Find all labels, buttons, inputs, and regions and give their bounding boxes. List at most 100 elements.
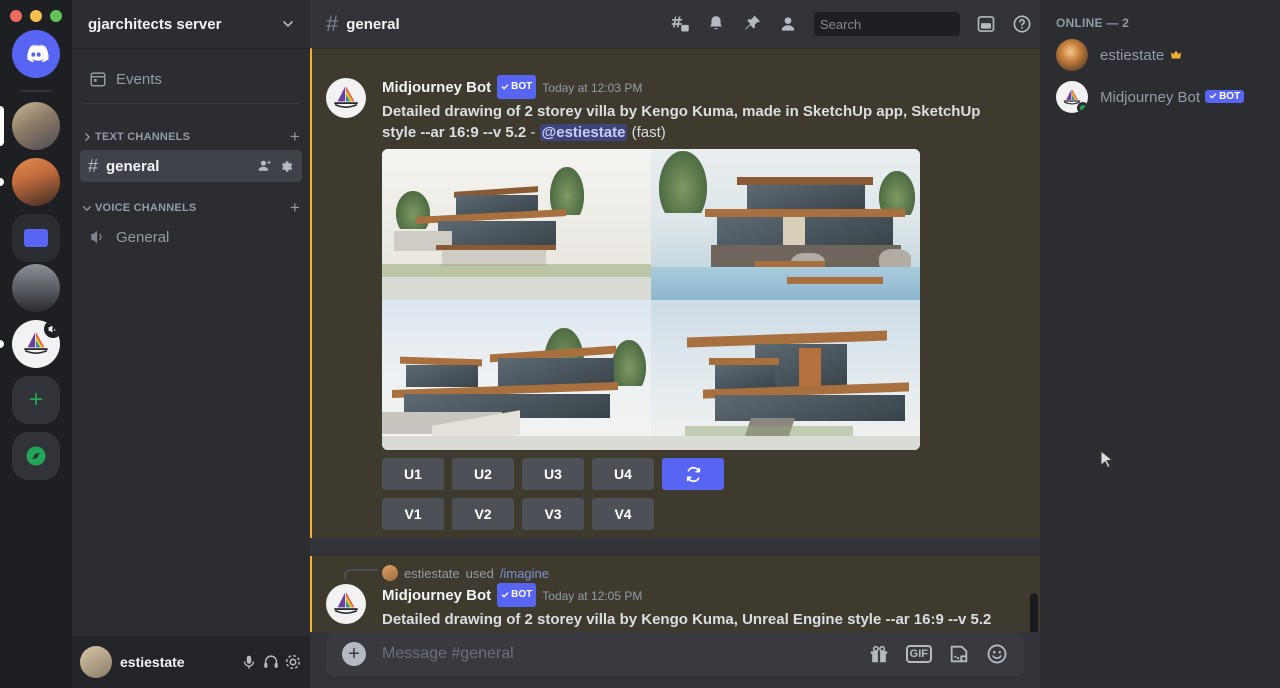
upscale-u2-button[interactable]: U2 (452, 458, 514, 490)
speaker-icon (48, 324, 58, 334)
image-quadrant-2 (651, 149, 920, 300)
sidebar-item-voice-general[interactable]: General (80, 221, 302, 253)
generated-image-grid[interactable] (382, 149, 920, 450)
server-folder-wrap (0, 214, 72, 262)
reroll-button[interactable] (662, 458, 724, 490)
category-text-channels[interactable]: TEXT CHANNELS + (72, 112, 310, 149)
channel-header: # general (310, 0, 1040, 48)
upscale-u3-button[interactable]: U3 (522, 458, 584, 490)
avatar[interactable] (326, 584, 366, 624)
check-icon (1209, 92, 1217, 100)
image-quadrant-4 (651, 300, 920, 451)
image-quadrant-3 (382, 300, 651, 451)
member-name-text: Midjourney Bot (1100, 89, 1200, 106)
member-midjourney-bot[interactable]: Midjourney Bot BOT (1048, 76, 1272, 118)
close-button[interactable] (10, 10, 22, 22)
server-avatar-1[interactable] (12, 102, 60, 150)
avatar (1056, 39, 1088, 71)
scrollbar-thumb[interactable] (1030, 593, 1038, 632)
sidebar-item-events[interactable]: Events (80, 63, 302, 95)
add-text-channel-button[interactable]: + (290, 128, 300, 145)
hash-icon: # (326, 11, 338, 37)
user-bar-icons (240, 653, 302, 671)
sticker-icon[interactable] (948, 643, 970, 665)
text-channels-label: TEXT CHANNELS (95, 131, 190, 143)
message-composer[interactable]: + GIF (326, 632, 1024, 676)
user-mention[interactable]: @estiestate (540, 124, 628, 141)
upscale-u1-button[interactable]: U1 (382, 458, 444, 490)
microphone-icon[interactable] (240, 653, 258, 671)
search-input[interactable] (820, 17, 996, 32)
variation-v3-button[interactable]: V3 (522, 498, 584, 530)
bell-icon[interactable] (706, 14, 726, 34)
threads-icon[interactable] (670, 14, 690, 34)
avatar[interactable] (382, 565, 398, 581)
category-voice-channels[interactable]: VOICE CHANNELS + (72, 183, 310, 220)
emoji-icon[interactable] (986, 643, 1008, 665)
message-timestamp: Today at 12:03 PM (542, 77, 642, 99)
server-avatar-2[interactable] (12, 158, 60, 206)
message-text: Detailed drawing of 2 storey villa by Ke… (382, 100, 992, 143)
sidebar-item-general[interactable]: # general (80, 150, 302, 182)
message-input[interactable] (382, 645, 852, 663)
variation-v1-button[interactable]: V1 (382, 498, 444, 530)
message-midjourney-2: estiestate used /imagine (310, 556, 1040, 632)
command-user[interactable]: estiestate (404, 566, 460, 581)
variation-v4-button[interactable]: V4 (592, 498, 654, 530)
server-avatar-3[interactable] (12, 264, 60, 312)
maximize-button[interactable] (50, 10, 62, 22)
gear-icon[interactable] (279, 159, 294, 174)
message-scrollbar[interactable] (1030, 48, 1038, 632)
avatar[interactable] (80, 646, 112, 678)
inbox-icon[interactable] (976, 14, 996, 34)
add-server-button[interactable]: + (12, 376, 60, 424)
invite-person-icon[interactable] (257, 158, 273, 174)
chevron-down-icon (282, 18, 294, 30)
discord-home-button[interactable] (12, 30, 60, 78)
unread-pill-mj (0, 340, 4, 348)
server-rail: + (0, 0, 72, 688)
add-voice-channel-button[interactable]: + (290, 199, 300, 216)
message-scroll[interactable]: Midjourney Bot BOT Today at 12:03 PM Det… (310, 48, 1040, 632)
message-midjourney-1: Midjourney Bot BOT Today at 12:03 PM Det… (310, 70, 1040, 538)
chevron-down-small-icon (82, 203, 92, 213)
member-estiestate[interactable]: estiestate (1048, 34, 1272, 76)
server-header[interactable]: gjarchitects server (72, 0, 310, 48)
server-midjourney[interactable] (12, 320, 60, 368)
message-timestamp: Today at 12:05 PM (542, 585, 642, 607)
gif-button[interactable]: GIF (906, 645, 932, 663)
slash-command[interactable]: /imagine (500, 566, 549, 581)
minimize-button[interactable] (30, 10, 42, 22)
button-row-spacer (662, 498, 724, 530)
discord-window: + gjarchitects server (0, 0, 1280, 688)
message-author[interactable]: Midjourney Bot (382, 585, 491, 607)
message-gap (310, 538, 1040, 556)
message-list: Midjourney Bot BOT Today at 12:03 PM Det… (310, 48, 1040, 632)
message-author[interactable]: Midjourney Bot (382, 77, 491, 99)
gift-icon[interactable] (868, 643, 890, 665)
member-list: ONLINE — 2 estiestate (1040, 0, 1280, 688)
pin-icon[interactable] (742, 14, 762, 34)
explore-servers-button[interactable] (12, 432, 60, 480)
header-icons (670, 12, 1032, 36)
help-icon[interactable] (1012, 14, 1032, 34)
upscale-u4-button[interactable]: U4 (592, 458, 654, 490)
server-folder[interactable] (12, 214, 60, 262)
attach-file-button[interactable]: + (342, 642, 366, 666)
variation-v2-button[interactable]: V2 (452, 498, 514, 530)
headphones-icon[interactable] (262, 653, 280, 671)
sidebar-divider (82, 103, 300, 104)
voice-channel-label: General (116, 229, 169, 246)
category-voice-left: VOICE CHANNELS (82, 202, 196, 214)
search-box[interactable] (814, 12, 960, 36)
settings-gear-icon[interactable] (284, 653, 302, 671)
window-traffic-lights (10, 10, 62, 22)
hash-icon: # (88, 156, 98, 177)
message-header: Midjourney Bot BOT Today at 12:03 PM (382, 76, 992, 100)
main-area: # general (310, 0, 1040, 688)
sailboat-icon (329, 83, 363, 113)
bot-tag-label: BOT (511, 76, 532, 98)
avatar[interactable] (326, 78, 366, 118)
member-name: Midjourney Bot BOT (1100, 89, 1244, 106)
members-icon[interactable] (778, 14, 798, 34)
